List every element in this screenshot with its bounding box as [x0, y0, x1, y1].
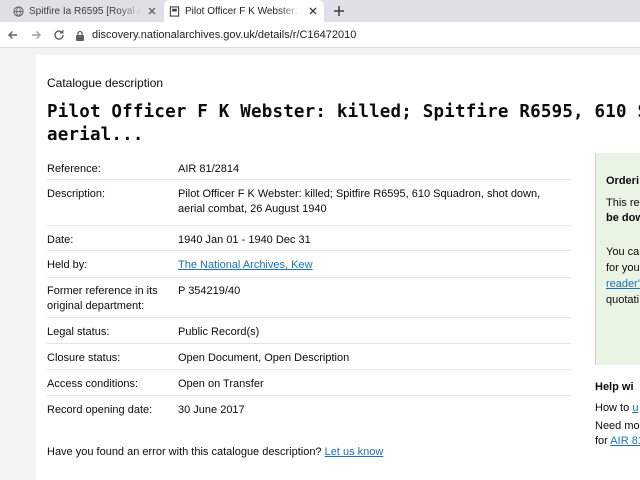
details-table: Reference: AIR 81/2814 Description: Pilo… [47, 155, 571, 422]
reload-icon [54, 30, 64, 40]
help-line: How to u [595, 402, 638, 414]
description-value: Pilot Officer F K Webster: killed; Spitf… [178, 188, 541, 215]
access-conditions-value: Open on Transfer [178, 378, 264, 390]
ordering-title: Orderi [606, 175, 640, 187]
ordering-text: for you [606, 262, 640, 274]
error-report: Have you found an error with this catalo… [47, 446, 383, 458]
field-label: Legal status: [47, 326, 110, 338]
address-bar[interactable]: discovery.nationalarchives.gov.uk/detail… [74, 26, 634, 44]
tab-strip: Spitfire Ia R6595 [Royal Air F Pilot Off… [0, 0, 640, 22]
help-text: How to [595, 402, 630, 414]
error-prompt: Have you found an error with this catalo… [47, 446, 322, 458]
new-tab-button[interactable] [330, 2, 348, 20]
reload-button[interactable] [50, 26, 68, 44]
browser-toolbar: discovery.nationalarchives.gov.uk/detail… [0, 22, 640, 48]
table-row: Date: 1940 Jan 01 - 1940 Dec 31 [47, 226, 571, 251]
table-row: Legal status: Public Record(s) [47, 318, 571, 344]
arrow-left-icon [8, 31, 17, 39]
table-row: Former reference in its original departm… [47, 278, 571, 318]
back-button[interactable] [4, 26, 22, 44]
help-line: Need mo [595, 420, 640, 432]
former-reference-value: P 354219/40 [178, 285, 241, 297]
closure-status-value: Open Document, Open Description [178, 352, 350, 364]
lock-icon[interactable] [74, 29, 86, 41]
table-row: Held by: The National Archives, Kew [47, 251, 571, 278]
table-row: Closure status: Open Document, Open Desc… [47, 344, 571, 370]
ordering-text-bold: be dow [606, 212, 640, 224]
table-row: Access conditions: Open on Transfer [47, 370, 571, 396]
date-value: 1940 Jan 01 - 1940 Dec 31 [178, 234, 311, 246]
air81-link[interactable]: AIR 81 [610, 435, 640, 447]
tab-title: Pilot Officer F K Webster: kille [185, 5, 302, 17]
ordering-text: You ca [606, 246, 640, 258]
field-label: Access conditions: [47, 378, 139, 390]
title-line-2: aerial... [47, 125, 144, 145]
field-label: Record opening date: [47, 404, 153, 416]
title-line-1: Pilot Officer F K Webster: killed; Spitf… [47, 102, 640, 122]
forward-button[interactable] [27, 26, 45, 44]
field-label: Description: [47, 188, 106, 200]
field-label: Reference: [47, 163, 101, 175]
help-line: for AIR 81 [595, 435, 640, 447]
help-title: Help wi [595, 381, 634, 393]
globe-icon [12, 5, 24, 17]
field-label: Held by: [47, 259, 88, 271]
ordering-text: quotati [606, 294, 640, 306]
held-by-cell: The National Archives, Kew [178, 258, 568, 273]
section-label: Catalogue description [47, 76, 164, 90]
held-by-link[interactable]: The National Archives, Kew [178, 259, 313, 271]
table-row: Reference: AIR 81/2814 [47, 155, 571, 180]
readers-ticket-link[interactable]: reader' [606, 277, 640, 292]
help-text: for [595, 435, 608, 447]
record-opening-date-value: 30 June 2017 [178, 404, 245, 416]
tab-title: Spitfire Ia R6595 [Royal Air F [29, 5, 141, 17]
ordering-text: This re [606, 197, 640, 209]
let-us-know-link[interactable]: Let us know [325, 446, 384, 458]
page-viewport: Catalogue description Pilot Officer F K … [0, 49, 640, 480]
page-title: Pilot Officer F K Webster: killed; Spitf… [47, 101, 640, 147]
close-icon[interactable] [306, 4, 320, 18]
legal-status-value: Public Record(s) [178, 326, 260, 338]
url-text: discovery.nationalarchives.gov.uk/detail… [92, 29, 357, 41]
close-icon[interactable] [145, 4, 159, 18]
tab-spitfire[interactable]: Spitfire Ia R6595 [Royal Air F [8, 0, 163, 22]
field-label: Former reference in its original departm… [47, 285, 158, 312]
ordering-panel: Orderi This re be dow You ca for you rea… [595, 153, 640, 365]
table-row: Record opening date: 30 June 2017 [47, 396, 571, 422]
reference-value: AIR 81/2814 [178, 163, 240, 175]
field-label: Closure status: [47, 352, 121, 364]
arrow-right-icon [32, 31, 41, 39]
catalogue-card: Catalogue description Pilot Officer F K … [36, 55, 640, 480]
table-row: Description: Pilot Officer F K Webster: … [47, 180, 571, 226]
field-label: Date: [47, 234, 74, 246]
help-link[interactable]: u [632, 402, 638, 414]
tab-pilot-officer[interactable]: Pilot Officer F K Webster: kille [164, 0, 324, 22]
archive-page-icon [168, 5, 180, 17]
